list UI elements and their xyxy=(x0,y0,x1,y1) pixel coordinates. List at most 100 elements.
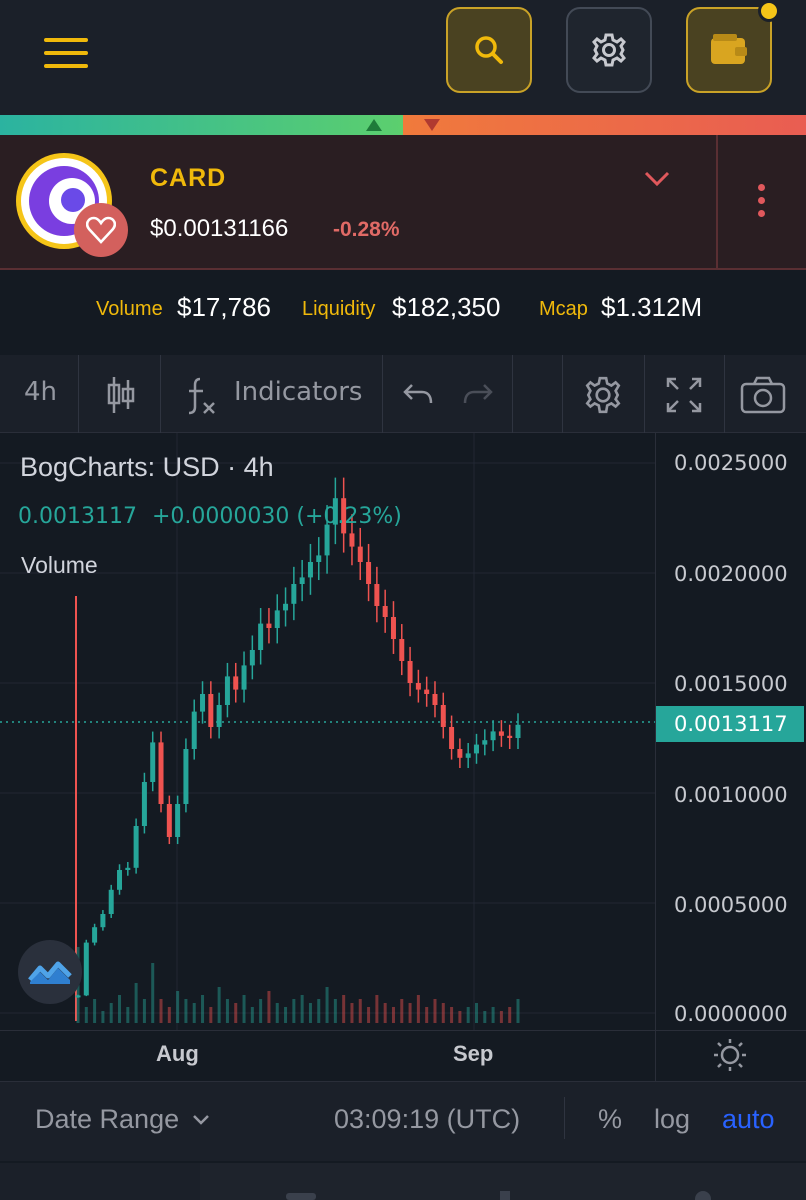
chart-settings-icon[interactable] xyxy=(582,374,624,416)
token-stats: Volume $17,786 Liquidity $182,350 Mcap $… xyxy=(0,290,806,330)
volume-bar xyxy=(483,1011,487,1023)
y-tick: 0.0015000 xyxy=(674,672,788,696)
percent-toggle[interactable]: % xyxy=(598,1104,622,1135)
token-price: $0.00131166 xyxy=(150,215,289,242)
volume-bar xyxy=(167,1007,171,1023)
heart-icon xyxy=(86,216,116,244)
candle xyxy=(133,826,139,868)
volume-bar xyxy=(134,983,138,1023)
undo-icon[interactable] xyxy=(402,381,434,407)
time-axis[interactable] xyxy=(0,1030,806,1031)
chart-toolbar: 4h Indicators xyxy=(0,355,806,433)
volume-bar xyxy=(358,999,362,1023)
candle-type-icon[interactable] xyxy=(106,375,136,415)
settings-button[interactable] xyxy=(566,7,652,93)
log-toggle[interactable]: log xyxy=(654,1104,690,1135)
candle xyxy=(175,804,181,837)
candle xyxy=(141,782,147,826)
candle xyxy=(324,524,330,556)
volume-bar xyxy=(234,1003,238,1023)
candle xyxy=(158,742,164,804)
candle xyxy=(191,711,197,749)
date-range-button[interactable]: Date Range xyxy=(35,1104,179,1135)
interval-selector[interactable]: 4h xyxy=(24,377,57,407)
volume-bar xyxy=(250,1007,254,1023)
notification-dot xyxy=(758,0,780,22)
wallet-button[interactable] xyxy=(686,7,772,93)
fullscreen-icon[interactable] xyxy=(666,377,702,413)
candle xyxy=(283,603,289,611)
candle xyxy=(440,705,446,727)
hamburger-icon[interactable] xyxy=(44,38,88,68)
volume-bar xyxy=(84,1007,88,1023)
candle xyxy=(473,744,479,754)
chevron-down-icon[interactable] xyxy=(644,170,670,188)
brightness-icon[interactable] xyxy=(713,1038,747,1072)
candle xyxy=(117,870,123,890)
volume-bar xyxy=(474,1003,478,1023)
volume-bar xyxy=(383,1003,387,1023)
volume-bar xyxy=(333,999,337,1023)
candle xyxy=(407,661,413,683)
volume-bar xyxy=(317,999,321,1023)
liquidity-label: Liquidity xyxy=(302,298,376,320)
candle xyxy=(216,705,222,727)
volume-bar xyxy=(408,1003,412,1023)
camera-icon[interactable] xyxy=(740,376,786,414)
candle xyxy=(349,533,355,547)
volume-bar xyxy=(425,1007,429,1023)
ohlc-value: 0.0013117 xyxy=(18,504,137,529)
candle xyxy=(382,606,388,617)
volume-bar xyxy=(416,995,420,1023)
candle xyxy=(366,562,372,584)
volume-legend: Volume xyxy=(21,552,98,578)
indicators-icon[interactable] xyxy=(186,377,216,415)
volume-label: Volume xyxy=(96,298,163,320)
volume-bar xyxy=(466,1007,470,1023)
candle xyxy=(390,617,396,639)
tradingview-icon xyxy=(28,961,72,984)
favorite-button[interactable] xyxy=(74,203,128,257)
x-tick: Sep xyxy=(453,1041,494,1066)
volume-bar xyxy=(516,999,520,1023)
candle xyxy=(490,731,496,741)
volume-bar xyxy=(93,999,97,1023)
candle xyxy=(125,867,131,870)
search-button[interactable] xyxy=(446,7,532,93)
volume-bar xyxy=(450,1007,454,1023)
volume-bar xyxy=(275,1003,279,1023)
volume-bar xyxy=(367,1007,371,1023)
candle xyxy=(357,546,363,562)
redo-icon[interactable] xyxy=(462,381,494,407)
price-axis[interactable] xyxy=(655,433,656,1081)
candle xyxy=(399,639,405,661)
utc-time: 03:09:19 (UTC) xyxy=(334,1104,521,1134)
volume-bar xyxy=(458,1011,462,1023)
candle xyxy=(75,995,81,998)
volume-bar xyxy=(142,999,146,1023)
chevron-down-icon[interactable] xyxy=(192,1114,210,1126)
y-tick: 0.0005000 xyxy=(674,893,788,917)
indicators-button[interactable]: Indicators xyxy=(234,377,362,407)
candle xyxy=(83,942,89,996)
tradingview-logo[interactable] xyxy=(18,940,82,1004)
search-icon xyxy=(475,36,503,64)
volume-bar xyxy=(209,1007,213,1023)
auto-toggle[interactable]: auto xyxy=(722,1104,775,1135)
volume-bar xyxy=(259,999,263,1023)
candle xyxy=(208,694,214,727)
volume-bar xyxy=(499,1011,503,1023)
more-options-icon[interactable] xyxy=(758,184,765,223)
volume-bar xyxy=(192,1003,196,1023)
chart-title: BogCharts: USD · 4h xyxy=(20,452,274,482)
candle xyxy=(108,889,114,914)
candle xyxy=(299,577,305,584)
price-chart[interactable] xyxy=(0,433,806,1081)
volume-bar xyxy=(508,1007,512,1023)
candle xyxy=(498,731,504,736)
down-arrow-icon xyxy=(424,119,440,131)
candle xyxy=(92,927,98,943)
volume-bar xyxy=(350,1003,354,1023)
volume-bar xyxy=(184,999,188,1023)
y-tick: 0.0025000 xyxy=(674,451,788,475)
